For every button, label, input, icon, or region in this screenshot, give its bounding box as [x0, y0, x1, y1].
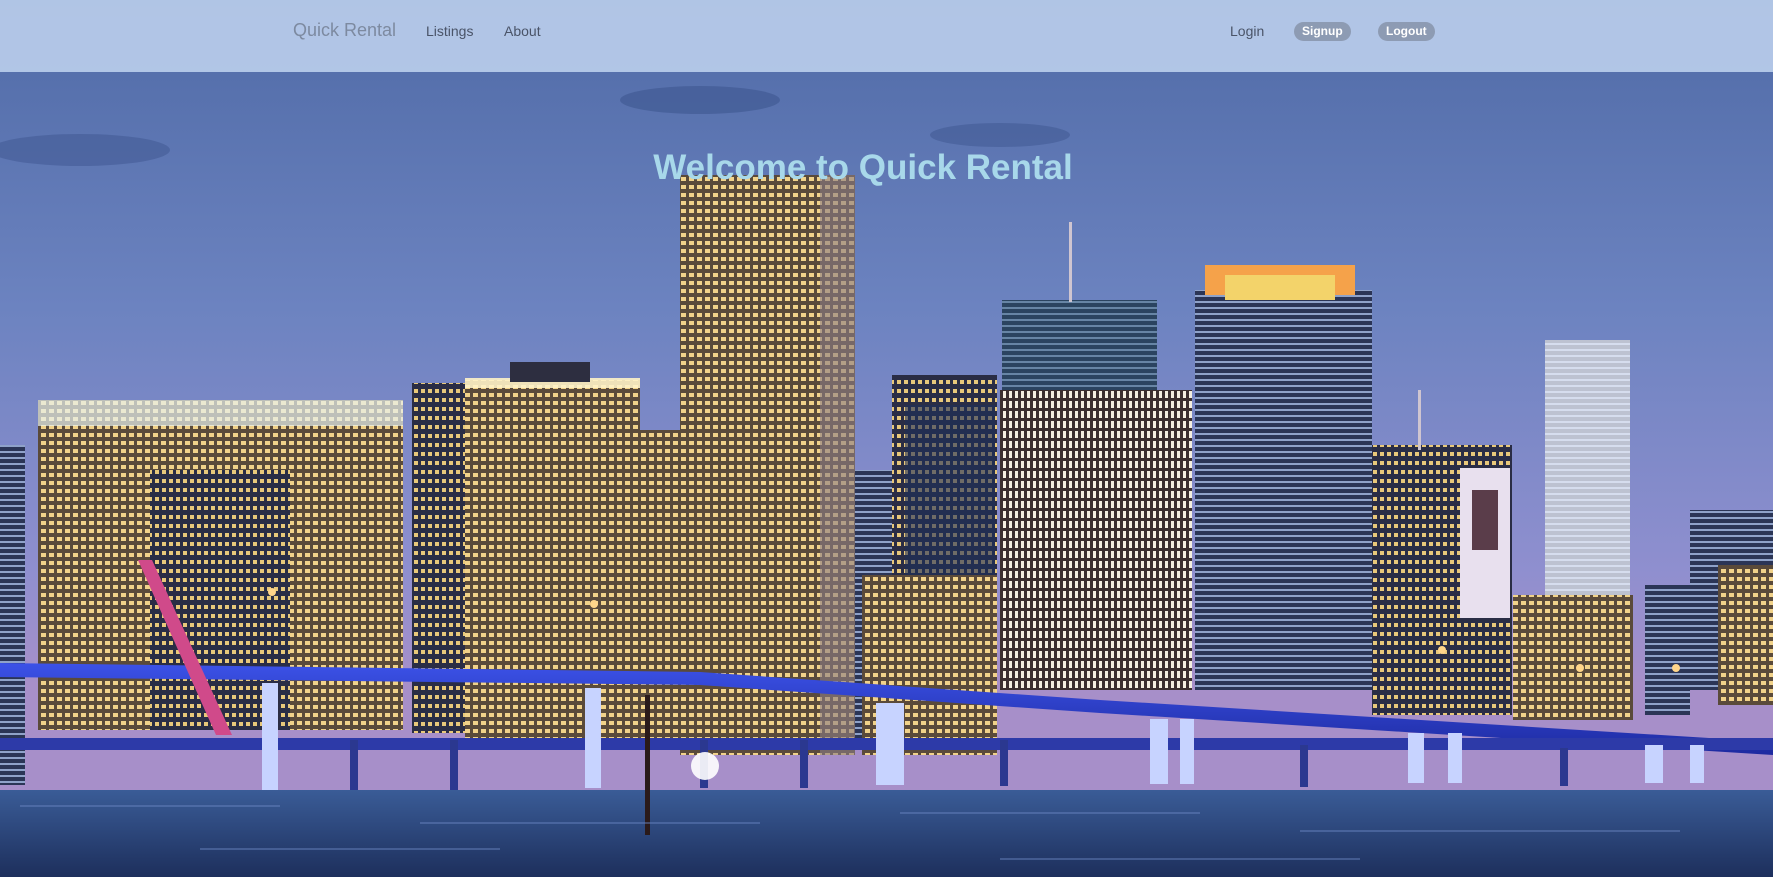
hero-background-image	[0, 0, 1773, 877]
brand-link[interactable]: Quick Rental	[293, 20, 396, 41]
login-link[interactable]: Login	[1230, 23, 1264, 39]
nav-link-about[interactable]: About	[504, 23, 541, 39]
hero-title: Welcome to Quick Rental	[653, 148, 1073, 187]
navbar: Quick Rental Listings About Login Signup…	[0, 0, 1773, 72]
logout-button[interactable]: Logout	[1378, 22, 1435, 41]
signup-button[interactable]: Signup	[1294, 22, 1351, 41]
page: Quick Rental Listings About Login Signup…	[0, 0, 1773, 877]
nav-link-listings[interactable]: Listings	[426, 23, 473, 39]
